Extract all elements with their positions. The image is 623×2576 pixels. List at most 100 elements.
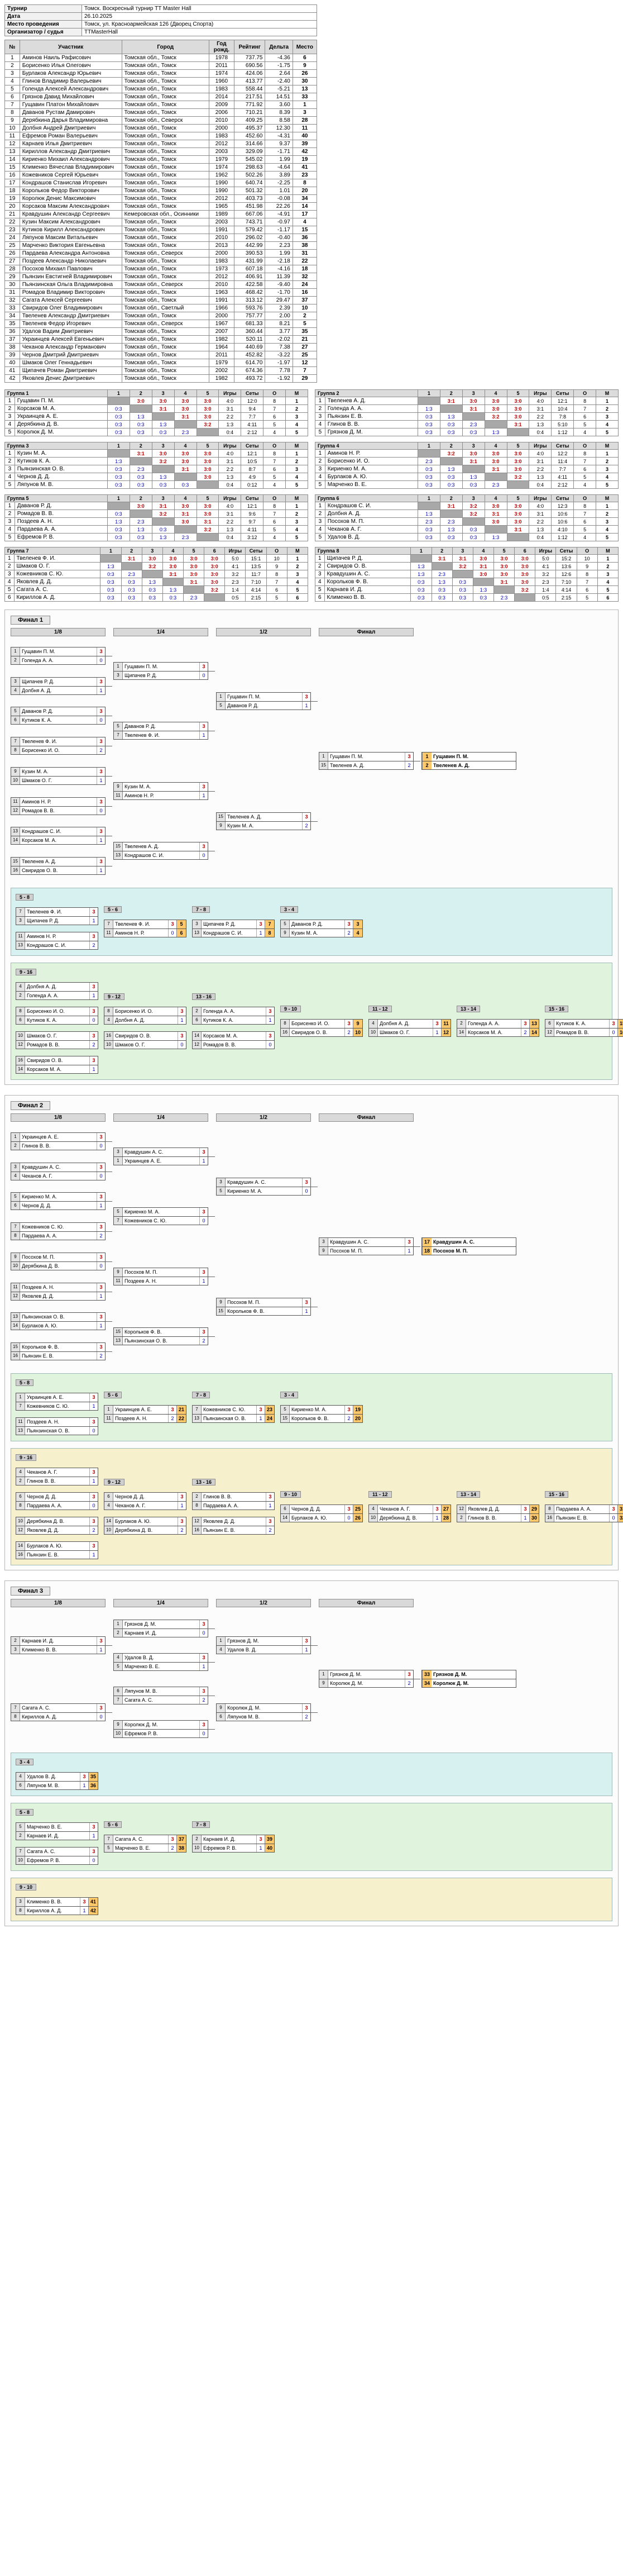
player-seed: 10: [16, 1856, 25, 1864]
champion-column: 1 Гущавин П. М. 2 Твеленев А. Д.: [421, 641, 516, 881]
group-score-cell: 0:3: [129, 533, 152, 541]
group-score-cell: 2:3: [417, 517, 440, 526]
group-score-cell: 1:3: [439, 465, 463, 473]
group-stat-cell: 15:1: [245, 554, 267, 563]
player-seed: 8: [545, 1505, 554, 1513]
group-score-cell: 1:3: [439, 412, 463, 421]
group-score-cell: 0:3: [151, 480, 175, 489]
group-stat-header: Сеты: [551, 494, 574, 502]
group-score-cell: 3:0: [462, 449, 485, 458]
group-stat-cell: 4: [286, 578, 309, 586]
group-stat-cell: 2:12: [241, 428, 264, 436]
participant-rating: 493.72: [233, 374, 266, 383]
group-player-number: 2: [315, 457, 325, 465]
champion-name: Королюк Д. М.: [433, 1680, 469, 1686]
group-player-number: 1: [4, 397, 15, 405]
match-box: 6 Чернов Д. Д. 3 25 14 Бурлаков А. Ю. 0 26: [280, 1504, 363, 1522]
group-stat-cell: 4:0: [218, 397, 242, 405]
group-player-name: Ефремов Р. В.: [14, 533, 108, 541]
player-name: Посохов М. П.: [227, 1299, 261, 1305]
match-player-row: 11 Поздеев А. Н. 2 22: [104, 1414, 186, 1422]
player-sets-score: 0: [97, 656, 105, 664]
consolation-column: 5 - 8 7 Твеленев Ф. И. 3 3 Щипачев Р. Д. 1 11 Ам…: [16, 894, 98, 950]
group-stat-cell: 12:1: [551, 397, 574, 405]
player-sets-score: 2: [178, 1526, 186, 1534]
group-stat-cell: 10: [576, 554, 598, 563]
participant-number: 14: [4, 155, 20, 164]
participant-name: Поздеев Александр Николаевич: [19, 257, 122, 265]
group-stat-cell: 3: [597, 570, 619, 578]
participant-place: 33: [292, 93, 318, 101]
player-seed: 16: [193, 1526, 202, 1534]
group-stat-cell: 7:10: [245, 578, 267, 586]
group-score-cell: [439, 404, 463, 413]
player-name: Даванов Р. Д.: [227, 702, 258, 708]
player-sets-score: 0: [97, 1172, 105, 1180]
participant-place: 39: [292, 140, 318, 148]
player-name: Чеканов А. Г.: [380, 1506, 410, 1512]
player-name: Чернов Д. Д.: [22, 1203, 51, 1209]
match-player-row: 16 Свиридов О. В. 1: [11, 866, 105, 875]
player-seed: 6: [281, 1505, 290, 1513]
player-seed: 14: [11, 1322, 20, 1330]
consolation-section-title: 7 - 8: [192, 1392, 210, 1398]
match-box: 4 Удалов В. Д. 3 5 Марченко В. Е. 1: [113, 1653, 215, 1671]
player-seed: 13: [114, 851, 123, 860]
player-name: Корольков Ф. В.: [124, 1329, 162, 1335]
match-box: 1 Грязнов Д. М. 3 2 Карнаев И. Д. 0: [113, 1620, 215, 1637]
player-name: Кожевников С. Ю.: [27, 1403, 69, 1409]
consolation-section-title: 9 - 10: [280, 1006, 301, 1012]
group-score-cell: 3:0: [506, 465, 530, 473]
participant-name: Свиридов Олег Владимирович: [19, 304, 122, 312]
player-name: Корольков Ф. В.: [22, 1344, 59, 1350]
match-player-row: 11 Поздеев А. Н. 3: [16, 1418, 98, 1426]
match-player-row: 10 Шмаков О. Г. 3: [16, 1032, 98, 1040]
bracket-round: 1 Грязнов Д. М. 3 4 Удалов В. Д. 1 9 Королюк Д.…: [216, 1612, 318, 1746]
player-name: Яковлев Д. Д.: [22, 1293, 54, 1299]
group-opponent-number-header: 3: [151, 494, 175, 502]
group-player-name: Ромадов В. В.: [14, 510, 108, 518]
group-score-cell: 2:3: [174, 428, 197, 436]
group-player-row: 4 Пардаева А. А. 0:3 1:3 0:3 3:2 1:3 4:11 5 4: [4, 525, 308, 534]
group-score-cell: [484, 420, 507, 428]
player-seed: 2: [193, 1493, 202, 1501]
participant-place: 8: [292, 179, 318, 187]
group-score-cell: [472, 578, 494, 586]
player-sets-score: 3: [89, 1848, 98, 1856]
group-opponent-number-header: 3: [462, 494, 485, 502]
player-sets-score: 3: [405, 1670, 413, 1679]
group-stat-cell: 8: [576, 570, 598, 578]
match-player-row: 13 Кондрашов С. И. 2: [16, 941, 98, 949]
player-name: Пьянзинская О. В.: [27, 1428, 70, 1434]
player-seed: 3: [11, 1646, 20, 1654]
player-name: Ромадов В. В.: [203, 1042, 236, 1047]
group-stat-cell: 4:10: [551, 525, 574, 534]
match-player-row: 6 Чернов Д. Д. 3: [16, 1493, 98, 1501]
consolation-section-title: 3 - 4: [280, 906, 299, 913]
group-score-cell: 3:1: [151, 404, 175, 413]
consolation-column: 5 - 8 1 Украинцев А. Е. 3 7 Кожевников С. Ю. 1…: [16, 1379, 98, 1435]
group-stat-cell: 7: [263, 510, 286, 518]
participant-name: Кузин Максим Александрович: [19, 218, 122, 226]
player-name: Сагата А. С.: [115, 1836, 144, 1842]
match-player-row: 6 Кутиков К. А. 1: [193, 1016, 274, 1024]
player-seed: 14: [11, 836, 20, 845]
participant-delta: 22.26: [265, 202, 293, 211]
match-player-row: 10 Ефремов Р. В. 0: [16, 1856, 98, 1864]
participant-row: 42 Яковлев Денис Дмитриевич Томская обл., …: [4, 374, 318, 383]
player-seed: 2: [457, 1514, 466, 1522]
group-player-row: 2 Шмаков О. Г. 1:3 3:2 3:0 3:0 3:0 4:1 13:5 9 2: [4, 562, 309, 570]
match-player-row: 14 Бурлаков А. Ю. 3: [104, 1517, 186, 1526]
group-score-cell: 3:0: [472, 570, 494, 578]
player-sets-score: 0: [168, 929, 176, 937]
group-stat-cell: 10:6: [551, 517, 574, 526]
player-name: Долбня А. Д.: [22, 687, 52, 693]
place-badge: 17: [422, 1238, 432, 1246]
round-headers: 1/8 1/4 1/2 Финал: [11, 628, 612, 636]
group-stat-cell: 13:5: [245, 562, 267, 570]
group-header-row: Группа 7 1 2 3 4 5 6 Игры Сеты О М: [4, 547, 309, 555]
match-player-row: 7 Кожевников С. Ю. 0: [114, 1216, 208, 1225]
player-name: Твеленев Ф. И.: [22, 739, 57, 745]
player-sets-score: 1: [97, 836, 105, 845]
round-header: 1/8: [11, 1599, 106, 1607]
